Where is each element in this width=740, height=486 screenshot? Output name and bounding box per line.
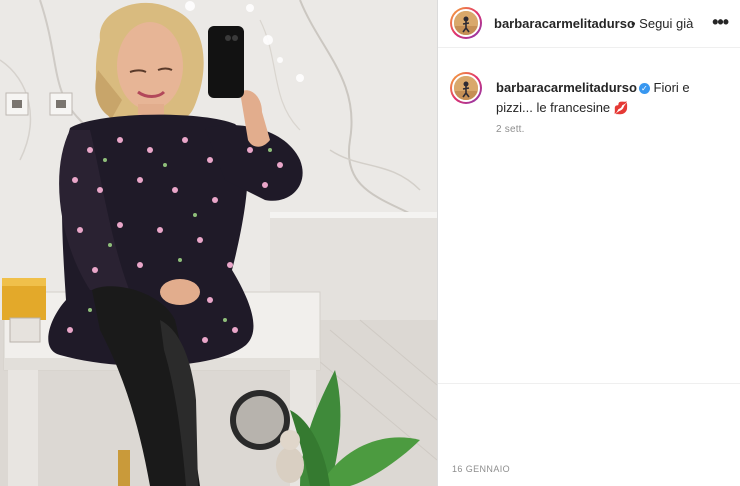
verified-badge-icon: ✓ [638, 83, 650, 94]
avatar-image [452, 74, 480, 102]
caption-text: barbaracarmelitadurso ✓ Fiori e pizzi... … [496, 78, 726, 118]
caption-username[interactable]: barbaracarmelitadurso [496, 80, 637, 95]
more-options-icon[interactable]: ••• [712, 12, 729, 33]
follow-status[interactable]: • Segui già [631, 16, 693, 31]
actions-divider [438, 383, 740, 384]
avatar-image [452, 9, 480, 37]
header-avatar[interactable] [450, 7, 482, 39]
caption-avatar[interactable] [450, 72, 482, 104]
header-username[interactable]: barbaracarmelitadurso [494, 16, 635, 31]
post-sidebar: barbaracarmelitadurso • Segui già ••• ba… [438, 0, 740, 486]
post-date[interactable]: 16 GENNAIO [452, 464, 510, 474]
caption-emoji: 💋 [613, 101, 629, 115]
caption-timestamp[interactable]: 2 sett. [496, 124, 525, 135]
post-photo[interactable] [0, 0, 437, 486]
post-image [0, 0, 437, 486]
post-header: barbaracarmelitadurso • Segui già ••• [438, 0, 740, 48]
